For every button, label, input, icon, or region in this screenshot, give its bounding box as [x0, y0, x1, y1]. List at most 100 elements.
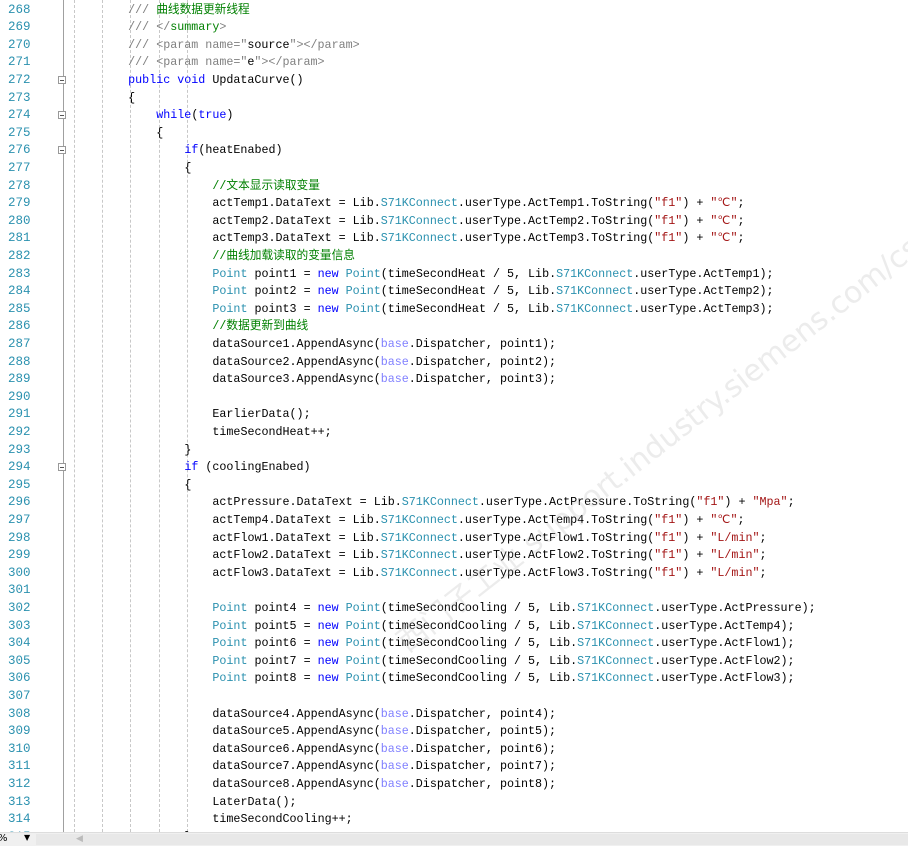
code-token: while [156, 108, 192, 123]
scroll-left-arrow-icon[interactable]: ◀ [76, 834, 83, 844]
code-text: { [184, 160, 191, 178]
code-line[interactable]: 283 Point point1 = new Point(timeSecondHe… [0, 266, 908, 284]
code-line[interactable]: 298 actFlow1.DataText = Lib.S71KConnect.u… [0, 530, 908, 548]
code-line[interactable]: 270 /// <param name="source"></param> [0, 37, 908, 55]
code-token: "℃" [710, 213, 738, 228]
zoom-dropdown-arrow-icon[interactable]: ▼ [24, 833, 30, 842]
code-line[interactable]: 276 if(heatEnabed) [0, 142, 908, 160]
code-token: S71KConnect [577, 671, 655, 686]
code-line[interactable]: 292 timeSecondHeat++; [0, 424, 908, 442]
code-token: "℃" [710, 512, 738, 527]
code-line[interactable]: 290 [0, 389, 908, 407]
code-text: dataSource1.AppendAsync(base.Dispatcher,… [212, 336, 556, 354]
code-token: } [184, 442, 192, 457]
collapse-icon[interactable] [58, 111, 66, 120]
code-line[interactable]: 294 if (coolingEnabed) [0, 459, 908, 477]
code-line[interactable]: 304 Point point6 = new Point(timeSecondCo… [0, 635, 908, 653]
code-text: { [184, 477, 191, 495]
code-line[interactable]: 303 Point point5 = new Point(timeSecondCo… [0, 618, 908, 636]
code-token: UpdataCurve() [205, 72, 304, 87]
code-token: Point [345, 301, 381, 316]
code-line[interactable]: 296 actPressure.DataText = Lib.S71KConnec… [0, 494, 908, 512]
code-line[interactable]: 300 actFlow3.DataText = Lib.S71KConnect.u… [0, 565, 908, 583]
code-token: ; [737, 213, 745, 228]
line-number: 313 [8, 794, 31, 809]
code-line[interactable]: 289 dataSource3.AppendAsync(base.Dispatch… [0, 371, 908, 389]
code-token: "f1" [654, 565, 683, 580]
code-token: S71KConnect [556, 301, 634, 316]
code-line[interactable]: 306 Point point8 = new Point(timeSecondCo… [0, 670, 908, 688]
code-line[interactable]: 272 public void UpdataCurve() [0, 72, 908, 90]
code-line[interactable]: 307 [0, 688, 908, 706]
code-token: base [380, 372, 409, 387]
code-token: "></param> [254, 55, 325, 70]
code-text: { [128, 90, 135, 108]
code-line[interactable]: 311 dataSource7.AppendAsync(base.Dispatch… [0, 758, 908, 776]
code-token: new [317, 600, 339, 615]
code-token: actFlow2.DataText = Lib. [212, 548, 381, 563]
code-text: actPressure.DataText = Lib.S71KConnect.u… [212, 494, 794, 512]
code-text: //数据更新到曲线 [212, 318, 308, 336]
code-line[interactable]: 269 /// </summary> [0, 19, 908, 37]
code-token: "f1" [654, 530, 683, 545]
status-bar: % ▼ ◀ [0, 832, 908, 846]
code-line[interactable]: 299 actFlow2.DataText = Lib.S71KConnect.u… [0, 547, 908, 565]
code-line[interactable]: 285 Point point3 = new Point(timeSecondHe… [0, 301, 908, 319]
code-line[interactable]: 313 LaterData(); [0, 794, 908, 812]
code-line[interactable]: 305 Point point7 = new Point(timeSecondCo… [0, 653, 908, 671]
code-line[interactable]: 297 actTemp4.DataText = Lib.S71KConnect.u… [0, 512, 908, 530]
collapse-icon[interactable] [58, 75, 66, 84]
code-line[interactable]: 314 timeSecondCooling++; [0, 811, 908, 829]
code-line[interactable]: 288 dataSource2.AppendAsync(base.Dispatch… [0, 354, 908, 372]
code-token: Point [345, 266, 381, 281]
line-number: 282 [8, 248, 31, 263]
horizontal-scrollbar[interactable]: ◀ [36, 834, 908, 845]
code-line[interactable]: 279 actTemp1.DataText = Lib.S71KConnect.u… [0, 195, 908, 213]
code-line[interactable]: 291 EarlierData(); [0, 406, 908, 424]
code-line[interactable]: 274 while(true) [0, 107, 908, 125]
code-line[interactable]: 287 dataSource1.AppendAsync(base.Dispatch… [0, 336, 908, 354]
code-token: Point [212, 618, 248, 633]
code-editor[interactable]: 268/// 曲线数据更新线程 269/// </summary> 270/// <… [0, 0, 908, 832]
code-line[interactable]: 277 { [0, 160, 908, 178]
code-line[interactable]: 293} [0, 442, 908, 460]
code-token: ) + [724, 495, 753, 510]
code-token: point6 = [247, 636, 318, 651]
code-token: .userType.ActTemp2); [633, 284, 774, 299]
code-line[interactable]: 278 //文本显示读取变量 [0, 178, 908, 196]
code-line[interactable]: 309 dataSource5.AppendAsync(base.Dispatch… [0, 723, 908, 741]
line-number: 293 [8, 442, 31, 457]
code-line[interactable]: 286 //数据更新到曲线 [0, 318, 908, 336]
code-line[interactable]: 295 { [0, 477, 908, 495]
line-number: 301 [8, 583, 31, 598]
code-token: point8 = [247, 671, 318, 686]
code-token: dataSource7.AppendAsync( [212, 759, 381, 774]
code-token: "f1" [654, 196, 683, 211]
code-line[interactable]: 273 { [0, 90, 908, 108]
line-number: 272 [8, 72, 31, 87]
code-line[interactable]: 308 dataSource4.AppendAsync(base.Dispatch… [0, 706, 908, 724]
line-number: 296 [8, 495, 31, 510]
code-text: dataSource2.AppendAsync(base.Dispatcher,… [212, 354, 556, 372]
code-text: actFlow3.DataText = Lib.S71KConnect.user… [212, 565, 766, 583]
code-token: S71KConnect [556, 266, 634, 281]
collapse-icon[interactable] [58, 463, 66, 472]
code-token: .Dispatcher, point7); [408, 759, 557, 774]
code-line[interactable]: 268 /// 曲线数据更新线程 [0, 2, 908, 20]
code-line[interactable]: 310 dataSource6.AppendAsync(base.Dispatch… [0, 741, 908, 759]
code-line[interactable]: 271 /// <param name="e"></param> [0, 54, 908, 72]
code-line[interactable]: 282 //曲线加载读取的变量信息 [0, 248, 908, 266]
code-line[interactable]: 275 { [0, 125, 908, 143]
code-line[interactable]: 302 Point point4 = new Point(timeSecondCo… [0, 600, 908, 618]
code-text: Point point2 = new Point(timeSecondHeat … [212, 283, 773, 301]
line-number: 292 [8, 424, 31, 439]
collapse-icon[interactable] [58, 146, 66, 155]
code-line[interactable]: 284 Point point2 = new Point(timeSecondHe… [0, 283, 908, 301]
code-line[interactable]: 281 actTemp3.DataText = Lib.S71KConnect.u… [0, 230, 908, 248]
code-token: S71KConnect [380, 512, 458, 527]
code-line[interactable]: 280 actTemp2.DataText = Lib.S71KConnect.u… [0, 213, 908, 231]
zoom-level[interactable]: % [0, 833, 8, 844]
code-line[interactable]: 312 dataSource8.AppendAsync(base.Dispatch… [0, 776, 908, 794]
code-line[interactable]: 301 [0, 582, 908, 600]
